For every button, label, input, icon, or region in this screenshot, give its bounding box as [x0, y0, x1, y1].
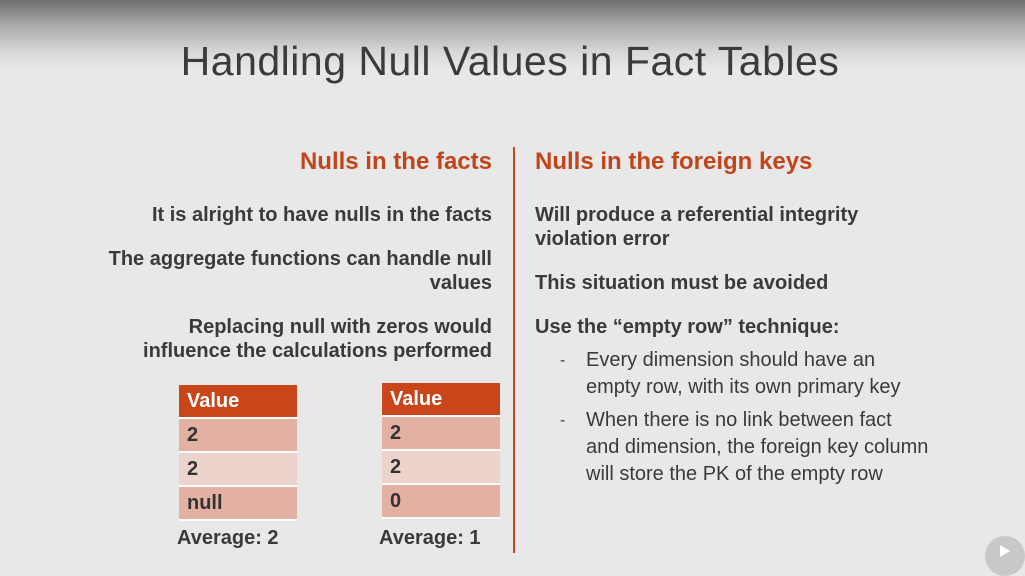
right-heading: Nulls in the foreign keys [535, 148, 813, 175]
right-point-2: This situation must be avoided [535, 272, 829, 294]
slide-title: Handling Null Values in Fact Tables [180, 38, 840, 84]
table-cell: null [179, 487, 297, 521]
table-cell: 0 [382, 485, 500, 519]
dash-bullet: - [560, 412, 566, 429]
table-header: Value [382, 383, 500, 417]
bullet-2-line1: When there is no link between fact [586, 409, 892, 431]
bullet-1-line2: empty row, with its own primary key [586, 376, 901, 398]
table-cell: 2 [382, 451, 500, 485]
left-point-3-line2: influence the calculations performed [143, 340, 492, 362]
bullet-2-line3: will store the PK of the empty row [586, 463, 883, 485]
bullet-2-line2: and dimension, the foreign key column [586, 436, 929, 458]
left-point-2-line1: The aggregate functions can handle null [108, 248, 492, 270]
right-point-1-line2: violation error [535, 228, 670, 250]
average-label-2: Average: 1 [379, 527, 481, 549]
left-heading: Nulls in the facts [299, 148, 492, 175]
value-table-with-null: Value 2 2 null [179, 385, 297, 521]
table-cell: 2 [179, 419, 297, 453]
bullet-1-line1: Every dimension should have an [586, 349, 876, 371]
left-point-3-line1: Replacing null with zeros would [188, 316, 492, 338]
average-label-1: Average: 2 [177, 527, 279, 549]
right-point-1-line1: Will produce a referential integrity [535, 204, 859, 226]
column-divider [513, 147, 515, 553]
value-table-with-zero: Value 2 2 0 [382, 383, 500, 519]
table-header: Value [179, 385, 297, 419]
left-point-2-line2: values [429, 272, 492, 294]
dash-bullet: - [560, 352, 566, 369]
table-cell: 2 [179, 453, 297, 487]
right-point-3: Use the “empty row” technique: [535, 316, 840, 338]
table-cell: 2 [382, 417, 500, 451]
play-icon[interactable] [985, 536, 1025, 576]
left-point-1: It is alright to have nulls in the facts [151, 204, 492, 226]
